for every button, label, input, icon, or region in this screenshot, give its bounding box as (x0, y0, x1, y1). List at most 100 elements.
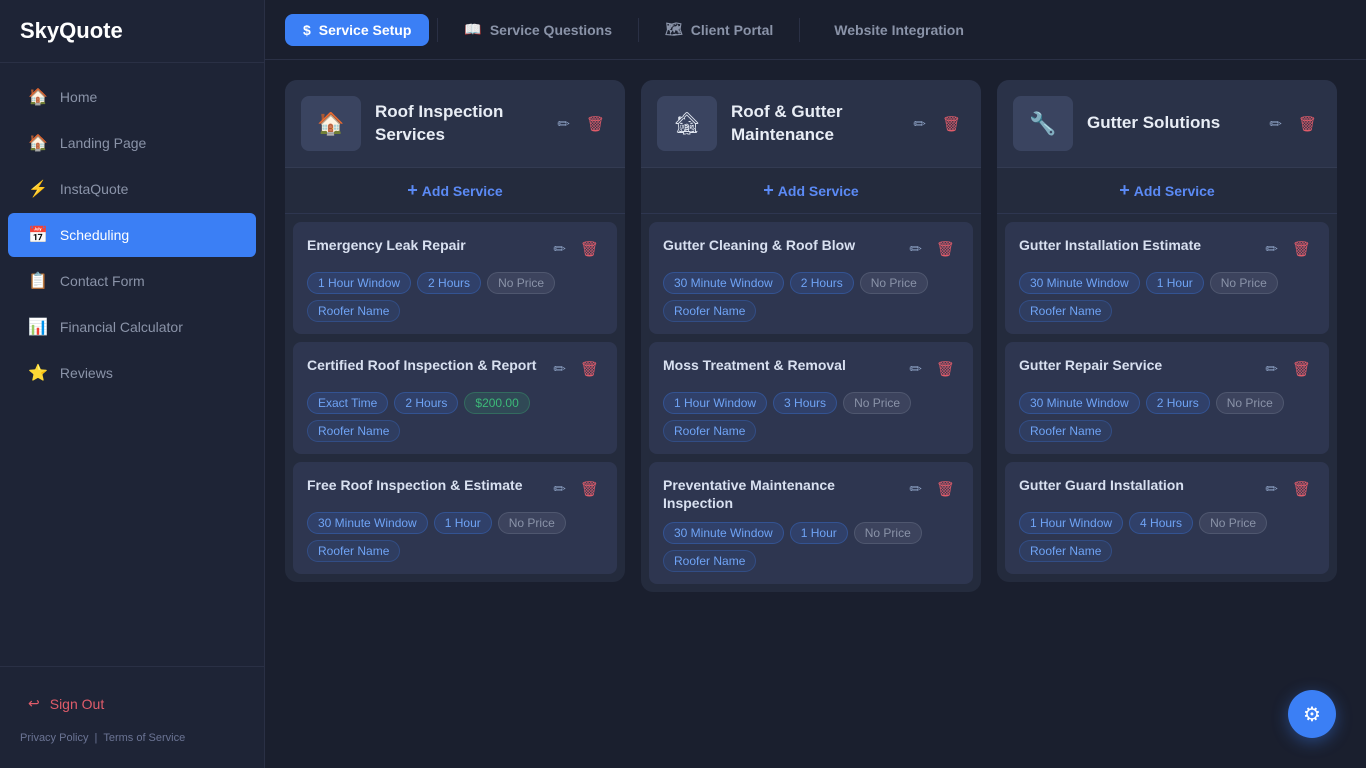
topnav-label-website-integration: Website Integration (834, 22, 964, 38)
edit-service-button[interactable]: ✏ (549, 476, 570, 502)
fab-icon: ⚙ (1303, 702, 1321, 727)
service-actions: ✏ 🗑 (1261, 236, 1315, 262)
topnav-client-portal[interactable]: 🗺 Client Portal (647, 13, 791, 46)
list-item: Moss Treatment & Removal ✏ 🗑 1 Hour Wind… (649, 342, 973, 454)
service-tag: 1 Hour Window (1019, 512, 1123, 534)
service-name: Preventative Maintenance Inspection (663, 476, 897, 512)
category-actions-roof-inspection: ✏ 🗑 (553, 111, 609, 137)
list-item: Gutter Cleaning & Roof Blow ✏ 🗑 30 Minut… (649, 222, 973, 334)
edit-category-roof-gutter-maintenance[interactable]: ✏ (909, 111, 930, 137)
topnav-service-setup[interactable]: $ Service Setup (285, 14, 429, 46)
edit-service-button[interactable]: ✏ (1261, 356, 1282, 382)
service-tag: 30 Minute Window (663, 522, 784, 544)
service-actions: ✏ 🗑 (549, 476, 603, 502)
service-tag: 2 Hours (394, 392, 458, 414)
privacy-policy-link[interactable]: Privacy Policy (20, 732, 88, 744)
edit-service-button[interactable]: ✏ (905, 356, 926, 382)
delete-service-button[interactable]: 🗑 (932, 476, 959, 502)
sidebar-icon-contact-form: 📋 (28, 271, 48, 291)
sidebar: SkyQuote 🏠 Home 🏠 Landing Page ⚡ InstaQu… (0, 0, 265, 768)
service-name: Gutter Guard Installation (1019, 476, 1184, 494)
topnav-service-questions[interactable]: 📖 Service Questions (446, 13, 630, 46)
service-tag: Exact Time (307, 392, 388, 414)
delete-service-button[interactable]: 🗑 (576, 356, 603, 382)
service-tag: Roofer Name (307, 300, 400, 322)
category-header-gutter-solutions: 🔧 Gutter Solutions ✏ 🗑 (997, 80, 1337, 168)
edit-service-button[interactable]: ✏ (1261, 476, 1282, 502)
sidebar-item-landing-page[interactable]: 🏠 Landing Page (8, 121, 256, 165)
sidebar-item-home[interactable]: 🏠 Home (8, 75, 256, 119)
content-area: 🏠 Roof Inspection Services ✏ 🗑 + Add Ser… (265, 60, 1366, 768)
service-actions: ✏ 🗑 (905, 356, 959, 382)
delete-category-gutter-solutions[interactable]: 🗑 (1294, 111, 1321, 137)
service-tag: No Price (487, 272, 555, 294)
delete-category-roof-inspection[interactable]: 🗑 (582, 111, 609, 137)
service-tag: 30 Minute Window (307, 512, 428, 534)
add-service-roof-gutter-maintenance[interactable]: + Add Service (641, 168, 981, 214)
service-actions: ✏ 🗑 (549, 356, 603, 382)
service-tag: No Price (843, 392, 911, 414)
service-tag: 1 Hour Window (307, 272, 411, 294)
service-tag: 1 Hour (434, 512, 492, 534)
edit-category-roof-inspection[interactable]: ✏ (553, 111, 574, 137)
delete-service-button[interactable]: 🗑 (576, 236, 603, 262)
topnav-label-service-setup: Service Setup (319, 22, 412, 38)
edit-service-button[interactable]: ✏ (905, 476, 926, 502)
edit-service-button[interactable]: ✏ (549, 356, 570, 382)
service-tag: 30 Minute Window (1019, 272, 1140, 294)
sidebar-item-instaquote[interactable]: ⚡ InstaQuote (8, 167, 256, 211)
add-service-roof-inspection[interactable]: + Add Service (285, 168, 625, 214)
sidebar-item-financial-calculator[interactable]: 📊 Financial Calculator (8, 305, 256, 349)
list-item: Free Roof Inspection & Estimate ✏ 🗑 30 M… (293, 462, 617, 574)
service-tag: 2 Hours (417, 272, 481, 294)
sidebar-item-scheduling[interactable]: 📅 Scheduling (8, 213, 256, 257)
list-item: Preventative Maintenance Inspection ✏ 🗑 … (649, 462, 973, 584)
sign-out-icon: ↩ (28, 695, 40, 712)
fab-button[interactable]: ⚙ (1288, 690, 1336, 738)
service-actions: ✏ 🗑 (1261, 356, 1315, 382)
sidebar-icon-reviews: ⭐ (28, 363, 48, 383)
service-actions: ✏ 🗑 (1261, 476, 1315, 502)
service-tag: No Price (854, 522, 922, 544)
edit-service-button[interactable]: ✏ (905, 236, 926, 262)
category-header-roof-inspection: 🏠 Roof Inspection Services ✏ 🗑 (285, 80, 625, 168)
main-area: $ Service Setup 📖 Service Questions 🗺 Cl… (265, 0, 1366, 768)
service-tag: 30 Minute Window (1019, 392, 1140, 414)
category-actions-gutter-solutions: ✏ 🗑 (1265, 111, 1321, 137)
add-service-gutter-solutions[interactable]: + Add Service (997, 168, 1337, 214)
service-actions: ✏ 🗑 (549, 236, 603, 262)
service-tag: Roofer Name (1019, 300, 1112, 322)
category-gutter-solutions: 🔧 Gutter Solutions ✏ 🗑 + Add Service Gut… (997, 80, 1337, 582)
delete-service-button[interactable]: 🗑 (576, 476, 603, 502)
service-tag: 2 Hours (1146, 392, 1210, 414)
edit-service-button[interactable]: ✏ (1261, 236, 1282, 262)
service-tag: No Price (1199, 512, 1267, 534)
service-tags: 30 Minute Window2 HoursNo PriceRoofer Na… (1019, 392, 1315, 442)
edit-service-button[interactable]: ✏ (549, 236, 570, 262)
service-tags: 30 Minute Window1 HourNo PriceRoofer Nam… (663, 522, 959, 572)
terms-link[interactable]: Terms of Service (103, 732, 185, 744)
sidebar-label-home: Home (60, 89, 97, 105)
services-list-roof-inspection: Emergency Leak Repair ✏ 🗑 1 Hour Window2… (285, 214, 625, 582)
delete-service-button[interactable]: 🗑 (1288, 356, 1315, 382)
topnav-label-service-questions: Service Questions (490, 22, 612, 38)
topnav-website-integration[interactable]: Website Integration (808, 14, 982, 46)
delete-service-button[interactable]: 🗑 (1288, 476, 1315, 502)
category-roof-inspection: 🏠 Roof Inspection Services ✏ 🗑 + Add Ser… (285, 80, 625, 582)
service-name: Certified Roof Inspection & Report (307, 356, 536, 374)
service-tag: Roofer Name (663, 300, 756, 322)
category-thumbnail-gutter-solutions: 🔧 (1013, 96, 1073, 151)
delete-service-button[interactable]: 🗑 (932, 236, 959, 262)
sidebar-label-scheduling: Scheduling (60, 227, 129, 243)
sign-out-button[interactable]: ↩ Sign Out (8, 685, 256, 722)
service-tag: Roofer Name (663, 420, 756, 442)
service-tag: 1 Hour (1146, 272, 1204, 294)
delete-service-button[interactable]: 🗑 (932, 356, 959, 382)
sidebar-item-reviews[interactable]: ⭐ Reviews (8, 351, 256, 395)
edit-category-gutter-solutions[interactable]: ✏ (1265, 111, 1286, 137)
service-tags: 30 Minute Window1 HourNo PriceRoofer Nam… (1019, 272, 1315, 322)
delete-service-button[interactable]: 🗑 (1288, 236, 1315, 262)
delete-category-roof-gutter-maintenance[interactable]: 🗑 (938, 111, 965, 137)
sidebar-label-contact-form: Contact Form (60, 273, 145, 289)
sidebar-item-contact-form[interactable]: 📋 Contact Form (8, 259, 256, 303)
